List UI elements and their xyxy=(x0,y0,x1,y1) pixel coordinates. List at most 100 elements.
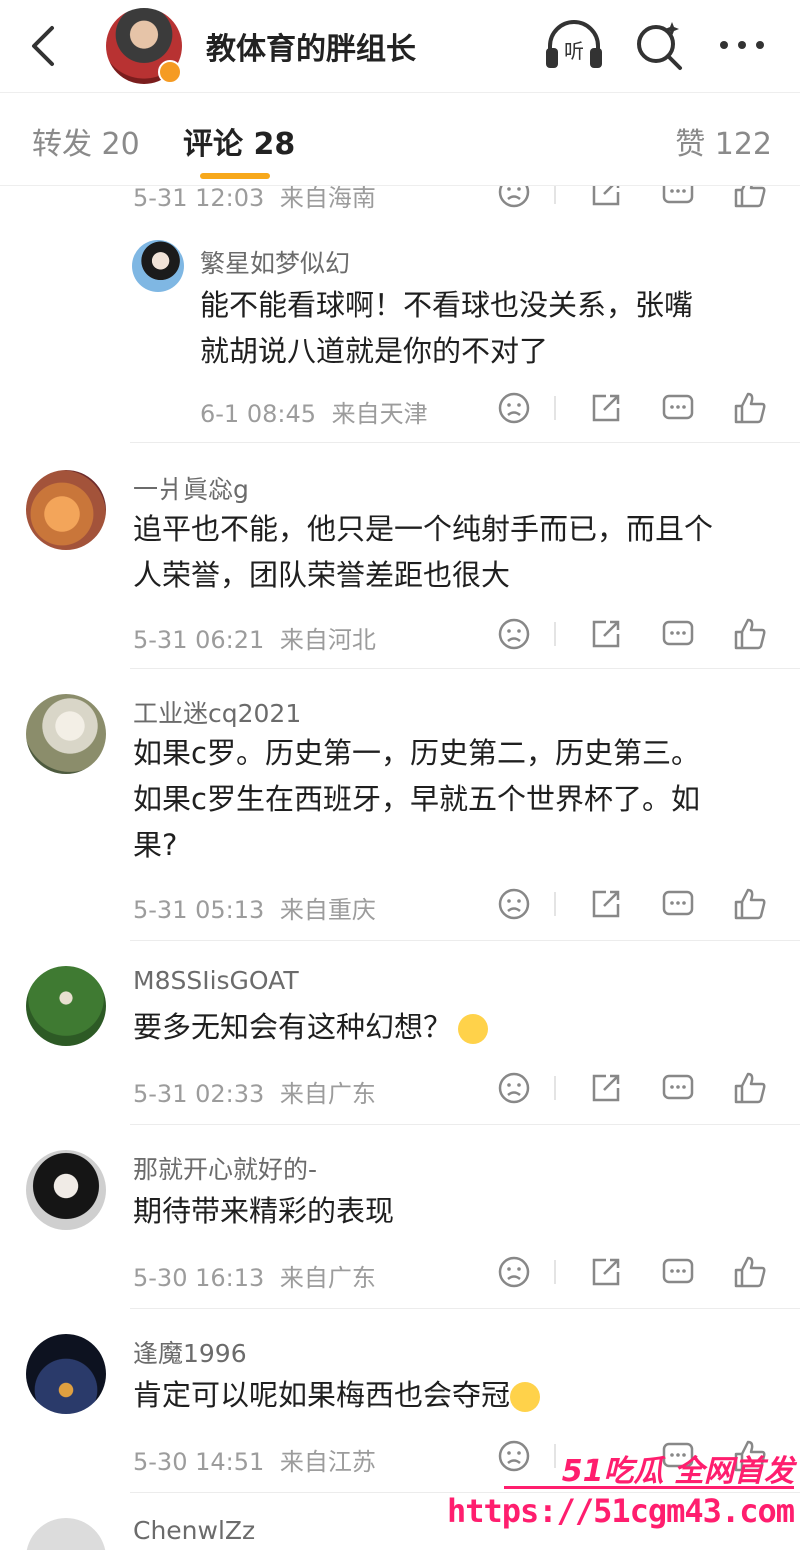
comment-author-name[interactable]: 一爿眞惢g xyxy=(133,470,249,506)
comment-location: 来自江苏 xyxy=(279,1448,376,1476)
reply-bubble-icon[interactable] xyxy=(660,186,696,210)
comment-time: 5-30 14:51 xyxy=(133,1448,265,1476)
avatar[interactable] xyxy=(26,470,106,550)
author-nickname[interactable]: 教体育的胖组长 xyxy=(206,24,416,68)
comment-meta: 5-31 02:33 来自广东 xyxy=(133,1074,376,1109)
reply-text-line: 能不能看球啊！不看球也没关系，张嘴 xyxy=(200,288,694,322)
reply-bubble-icon[interactable] xyxy=(660,616,696,652)
comment-item: 一爿眞惢g 追平也不能，他只是一个纯射手而已，而且个 人荣誉，团队荣誉差距也很大… xyxy=(0,444,800,670)
reply-bubble-icon[interactable] xyxy=(660,390,696,426)
comment-location: 来自天津 xyxy=(331,400,428,428)
comment-text-line: 如果c罗。历史第一，历史第二，历史第三。 xyxy=(133,736,700,770)
comment-location: 来自河北 xyxy=(279,626,376,654)
dislike-face-icon[interactable] xyxy=(496,186,532,210)
comment-meta: 6-1 08:45 来自天津 xyxy=(200,394,428,429)
laugh-cry-emoji-icon xyxy=(510,1382,541,1412)
tab-reposts[interactable]: 转发 20 xyxy=(32,119,140,163)
reply-item: 繁星如梦似幻 能不能看球啊！不看球也没关系，张嘴 就胡说八道就是你的不对了 6-… xyxy=(0,230,800,444)
reply-text: 能不能看球啊！不看球也没关系，张嘴 就胡说八道就是你的不对了 xyxy=(200,282,780,374)
action-divider xyxy=(554,622,556,646)
thumbs-up-icon[interactable] xyxy=(732,1070,768,1106)
comment-author-name[interactable]: 逢魔1996 xyxy=(133,1334,247,1370)
comment-time: 5-31 05:13 xyxy=(133,896,265,924)
back-arrow-icon[interactable] xyxy=(22,22,66,70)
share-icon[interactable] xyxy=(588,1254,624,1290)
comment-text-line: 要多无知会有这种幻想？ xyxy=(133,1010,453,1044)
comment-time: 5-31 02:33 xyxy=(133,1080,265,1108)
comment-meta: 5-31 12:03 来自海南 xyxy=(133,186,376,213)
thumbs-up-icon[interactable] xyxy=(732,616,768,652)
listen-headphones-icon[interactable]: 听 xyxy=(544,18,604,72)
comment-time: 5-31 12:03 xyxy=(133,186,265,212)
thumbs-up-icon[interactable] xyxy=(732,1254,768,1290)
comment-time: 6-1 08:45 xyxy=(200,400,316,428)
more-options-icon[interactable] xyxy=(716,22,768,68)
action-divider xyxy=(554,186,556,204)
comment-meta: 5-31 05:13 来自重庆 xyxy=(133,890,376,925)
thumbs-up-icon[interactable] xyxy=(732,186,768,210)
comment-location: 来自广东 xyxy=(279,1264,376,1292)
comment-divider xyxy=(130,1308,800,1309)
share-icon[interactable] xyxy=(588,390,624,426)
comment-meta: 5-30 14:51 来自江苏 xyxy=(133,1442,376,1477)
avatar[interactable] xyxy=(26,966,106,1046)
listen-label: 听 xyxy=(564,39,584,63)
comment-meta: 5-30 16:13 来自广东 xyxy=(133,1258,376,1293)
share-icon[interactable] xyxy=(588,886,624,922)
dislike-face-icon[interactable] xyxy=(496,1254,532,1290)
comment-text-line: 如果c罗生在西班牙，早就五个世界杯了。如 xyxy=(133,782,700,816)
dislike-face-icon[interactable] xyxy=(496,390,532,426)
comment-divider xyxy=(130,940,800,941)
share-icon[interactable] xyxy=(588,616,624,652)
watermark-line xyxy=(504,1486,794,1489)
comment-author-name[interactable]: 那就开心就好的- xyxy=(133,1150,317,1186)
comment-author-name[interactable]: ChenwlZz xyxy=(133,1516,255,1545)
avatar[interactable] xyxy=(26,694,106,774)
reply-bubble-icon[interactable] xyxy=(660,886,696,922)
action-divider xyxy=(554,396,556,420)
reply-bubble-icon[interactable] xyxy=(660,1254,696,1290)
avatar[interactable] xyxy=(26,1150,106,1230)
comment-text-line: 肯定可以呢如果梅西也会夺冠 xyxy=(133,1378,511,1412)
comment-text: 要多无知会有这种幻想？ xyxy=(133,1004,783,1050)
comment-time: 5-30 16:13 xyxy=(133,1264,265,1292)
comment-text-line: 期待带来精彩的表现 xyxy=(133,1194,395,1228)
dislike-face-icon[interactable] xyxy=(496,616,532,652)
reply-author-name[interactable]: 繁星如梦似幻 xyxy=(200,244,350,280)
thumbs-up-icon[interactable] xyxy=(732,390,768,426)
thumbs-up-icon[interactable] xyxy=(732,886,768,922)
watermark-brand: 51吃瓜 全网首发 xyxy=(561,1454,794,1489)
comment-author-name[interactable]: M8SSIisGOAT xyxy=(133,966,299,995)
comment-text: 追平也不能，他只是一个纯射手而已，而且个 人荣誉，团队荣誉差距也很大 xyxy=(133,506,783,598)
active-tab-indicator xyxy=(200,173,270,179)
avatar[interactable] xyxy=(26,1518,106,1550)
share-icon[interactable] xyxy=(588,1070,624,1106)
laugh-cry-emoji-icon xyxy=(458,1014,489,1044)
reply-bubble-icon[interactable] xyxy=(660,1070,696,1106)
share-icon[interactable] xyxy=(588,186,624,210)
avatar[interactable] xyxy=(26,1334,106,1414)
dislike-face-icon[interactable] xyxy=(496,1070,532,1106)
tab-bar: 转发 20 评论 28 赞 122 xyxy=(0,93,800,186)
search-icon[interactable] xyxy=(634,18,684,72)
comment-text: 肯定可以呢如果梅西也会夺冠 xyxy=(133,1372,783,1418)
comment-text-line: 人荣誉，团队荣誉差距也很大 xyxy=(133,558,511,592)
comment-location: 来自重庆 xyxy=(279,896,376,924)
comment-location: 来自广东 xyxy=(279,1080,376,1108)
verified-badge-icon xyxy=(158,60,182,84)
dislike-face-icon[interactable] xyxy=(496,886,532,922)
watermark-url: https://51cgm43.com xyxy=(446,1492,795,1530)
action-divider xyxy=(554,892,556,916)
comment-divider xyxy=(130,668,800,669)
tab-likes[interactable]: 赞 122 xyxy=(675,119,772,163)
comment-item: 工业迷cq2021 如果c罗。历史第一，历史第二，历史第三。 如果c罗生在西班牙… xyxy=(0,670,800,942)
comment-author-name[interactable]: 工业迷cq2021 xyxy=(133,694,301,730)
comment-text-line: 追平也不能，他只是一个纯射手而已，而且个 xyxy=(133,512,714,546)
comment-divider xyxy=(130,1124,800,1125)
comment-meta: 5-31 06:21 来自河北 xyxy=(133,620,376,655)
action-divider xyxy=(554,1260,556,1284)
avatar[interactable] xyxy=(132,240,184,292)
comment-text-line: 果? xyxy=(133,828,178,862)
comment-item: 那就开心就好的- 期待带来精彩的表现 5-30 16:13 来自广东 xyxy=(0,1126,800,1310)
tab-comments[interactable]: 评论 28 xyxy=(183,119,295,163)
